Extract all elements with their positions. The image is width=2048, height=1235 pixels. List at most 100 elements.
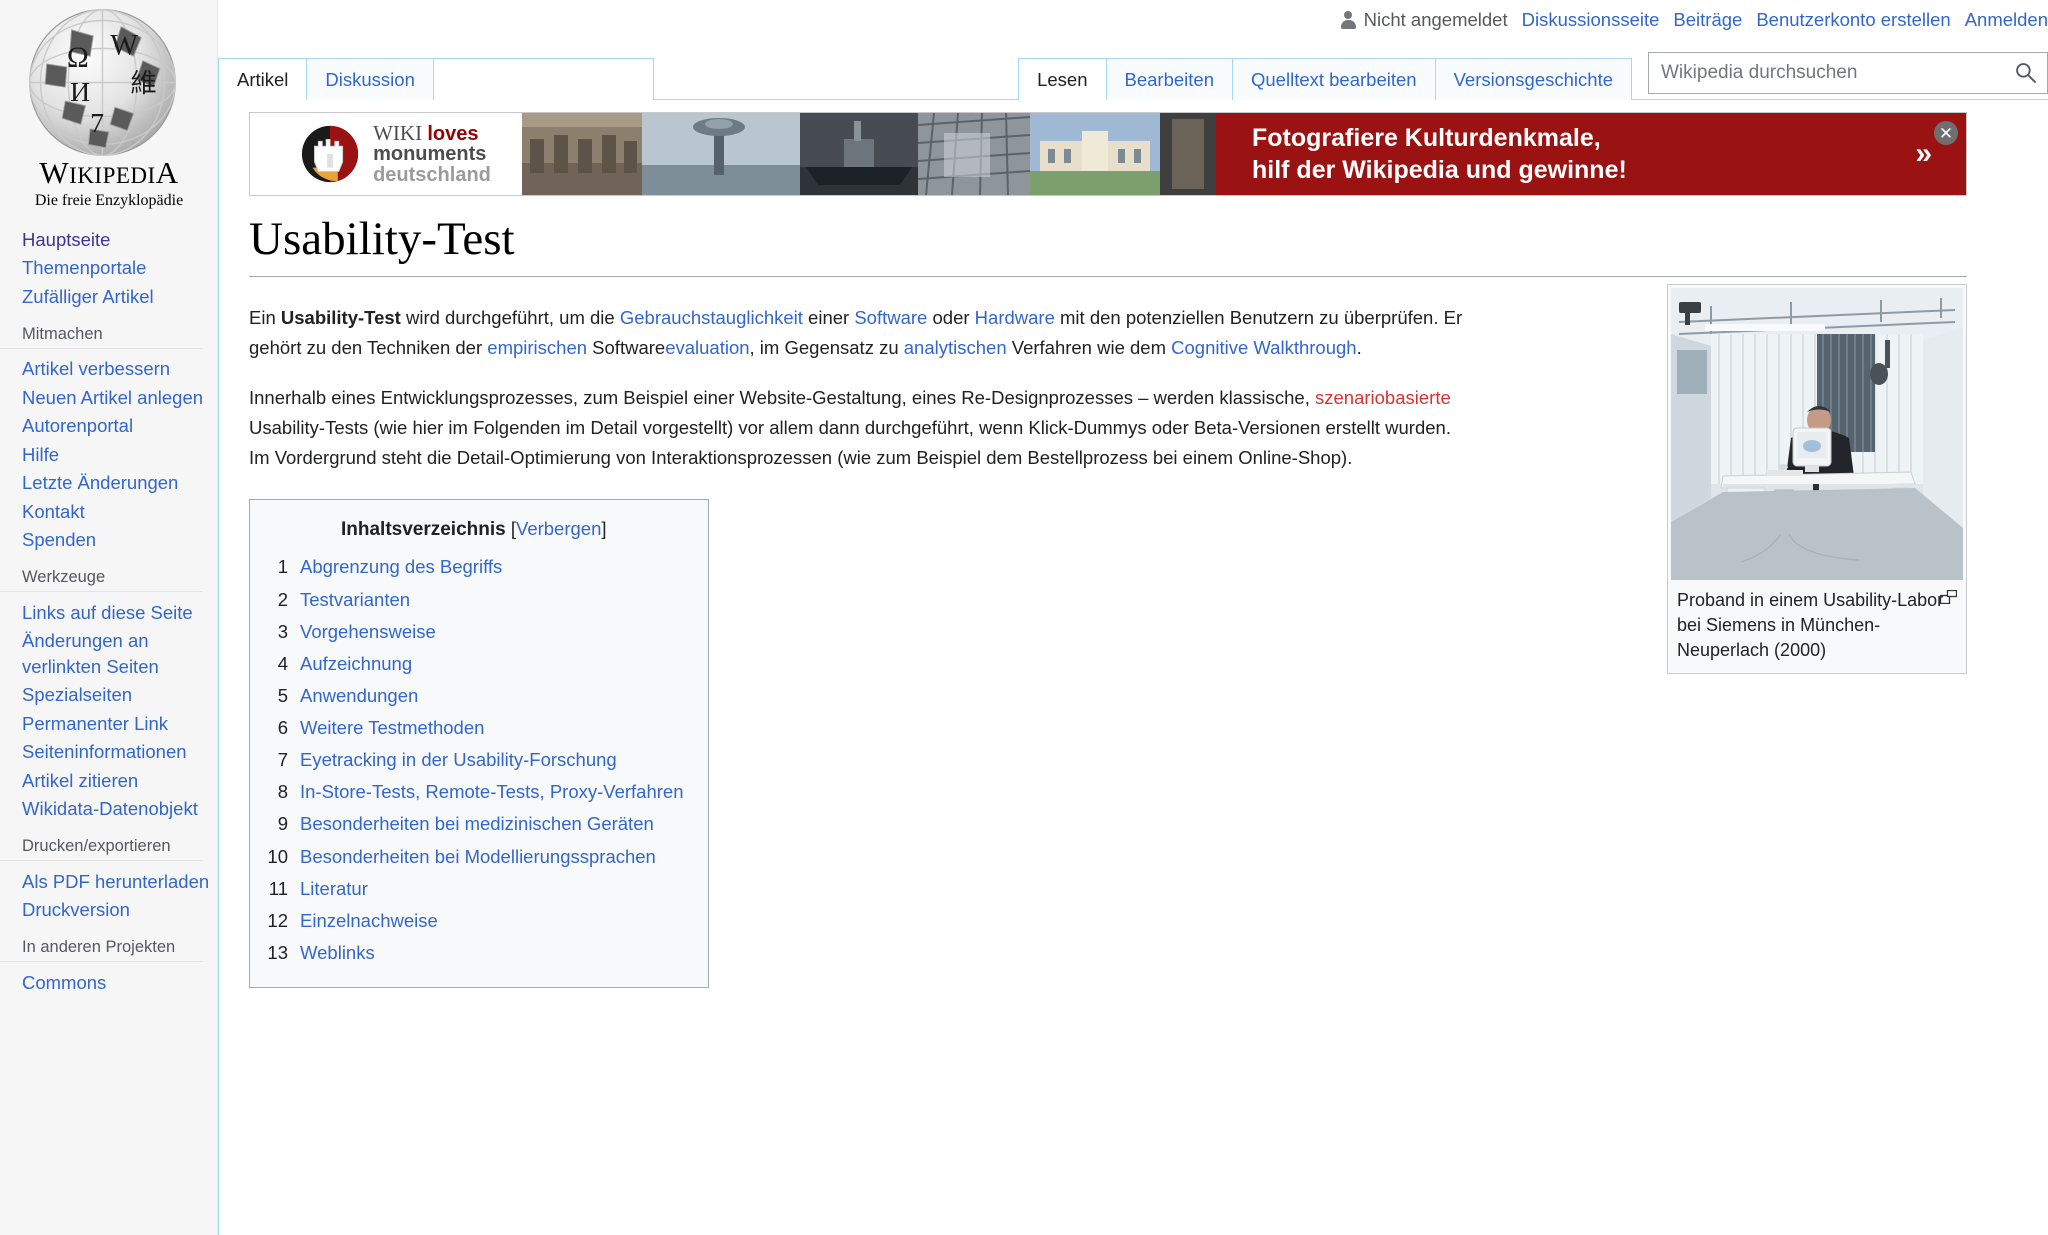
toc-entry-link[interactable]: Besonderheiten bei medizinischen Geräten [300, 812, 654, 835]
sidebar-item-letzte-änderungen[interactable]: Letzte Änderungen [22, 472, 178, 493]
sidebar-portal-list: Artikel verbessern Neuen Artikel anlegen A… [0, 355, 217, 555]
article-link[interactable]: Software [854, 307, 927, 328]
sidebar-item-artikel-verbessern[interactable]: Artikel verbessern [22, 358, 170, 379]
toc-entry[interactable]: 13Weblinks [264, 936, 684, 968]
sidebar-item-artikel-zitieren[interactable]: Artikel zitieren [22, 770, 138, 791]
wikipedia-logo-block[interactable]: Ω W 維 И 7 WIKIPEDIA Die freie Enzyklopäd… [0, 0, 218, 225]
tab-quelltext-bearbeiten[interactable]: Quelltext bearbeiten [1233, 58, 1436, 101]
sidebar-list-item: Zufälliger Artikel [0, 282, 217, 311]
sidebar-navigation: Hauptseite Themenportale Zufälliger Artike… [0, 225, 217, 997]
sidebar-list-item: Artikel verbessern [0, 355, 217, 384]
sidebar-list-item: Hauptseite [0, 225, 217, 254]
wlm-line3: deutschland [373, 165, 491, 185]
sidebar-item-themenportale[interactable]: Themenportale [22, 257, 146, 278]
sidebar-item-zufälliger-artikel[interactable]: Zufälliger Artikel [22, 286, 154, 307]
toc-entry[interactable]: 3 Vorgehensweise [264, 615, 684, 647]
toc-entry-link[interactable]: Vorgehensweise [300, 620, 436, 643]
personal-link-contributions[interactable]: Beiträge [1673, 9, 1742, 31]
sidebar-item-links-auf-diese-seite[interactable]: Links auf diese Seite [22, 602, 193, 623]
sidebar-item-druckversion[interactable]: Druckversion [22, 899, 130, 920]
personal-link-login[interactable]: Anmelden [1965, 9, 2048, 31]
toc-entry[interactable]: 10Besonderheiten bei Modellierungssprach… [264, 840, 684, 872]
article-link[interactable]: analytischen [904, 337, 1007, 358]
wordmark-a: A [156, 155, 179, 190]
toc-entry-number: 11 [264, 877, 288, 900]
toc-entry-link[interactable]: Eyetracking in der Usability-Forschung [300, 748, 617, 771]
toc-entry[interactable]: 1Abgrenzung des Begriffs [264, 551, 684, 583]
toc-entry-link[interactable]: Literatur [300, 877, 368, 900]
article-paragraphs: Ein Usability-Test wird durchgeführt, um… [249, 303, 1464, 473]
toc-entry-number: 3 [264, 620, 288, 643]
sidebar-list-item: Permanenter Link [0, 709, 217, 738]
tab-diskussion[interactable]: Diskussion [307, 58, 433, 101]
article-thumbnail-figure: Proband in einem Usability-Labor bei Sie… [1667, 284, 1967, 674]
sitenotice-banner[interactable]: WIKI loves monuments deutschland [249, 112, 1967, 196]
toc-entry-link[interactable]: Anwendungen [300, 684, 418, 707]
magnify-icon[interactable] [1940, 590, 1957, 604]
sidebar-list-item: Spenden [0, 526, 217, 555]
sidebar-item-als-pdf-herunterladen[interactable]: Als PDF herunterladen [22, 871, 209, 892]
article-link[interactable]: evaluation [665, 337, 749, 358]
banner-photo-ship [800, 113, 918, 195]
tab-bearbeiten[interactable]: Bearbeiten [1107, 58, 1233, 101]
banner-next-arrow-icon[interactable]: » [1915, 135, 1932, 173]
sidebar-item-kontakt[interactable]: Kontakt [22, 501, 85, 522]
tab-artikel[interactable]: Artikel [218, 58, 307, 101]
toc-entry-link[interactable]: Weitere Testmethoden [300, 716, 484, 739]
toc-entry-number: 4 [264, 652, 288, 675]
sidebar-item-seiteninformationen[interactable]: Seiteninformationen [22, 741, 187, 762]
sidebar-item-spezialseiten[interactable]: Spezialseiten [22, 684, 132, 705]
toc-entry-number: 5 [264, 684, 288, 707]
sidebar-item-wikidata-datenobjekt[interactable]: Wikidata-Datenobjekt [22, 798, 198, 819]
toc-entry[interactable]: 2Testvarianten [264, 583, 684, 615]
wlm-line2: monuments [373, 144, 491, 164]
toc-entry[interactable]: 8In-Store-Tests, Remote-Tests, Proxy-Ver… [264, 776, 684, 808]
toc-entry[interactable]: 9Besonderheiten bei medizinischen Geräte… [264, 808, 684, 840]
tab-versionsgeschichte[interactable]: Versionsgeschichte [1436, 58, 1632, 101]
toc-entry[interactable]: 7Eyetracking in der Usability-Forschung [264, 744, 684, 776]
article-link[interactable]: Gebrauchstauglichkeit [620, 307, 803, 328]
sidebar-list-item: Kontakt [0, 497, 217, 526]
wlm-castle-icon [299, 123, 361, 185]
sidebar-item-autorenportal[interactable]: Autorenportal [22, 415, 133, 436]
sidebar-list-item: Spezialseiten [0, 681, 217, 710]
toc-entry-link[interactable]: Besonderheiten bei Modellierungssprachen [300, 845, 656, 868]
sidebar-item-spenden[interactable]: Spenden [22, 529, 96, 550]
tab-lesen[interactable]: Lesen [1018, 58, 1106, 101]
sidebar-item-commons[interactable]: Commons [22, 972, 106, 993]
sidebar-list-item: Themenportale [0, 254, 217, 283]
toc-entry-link[interactable]: In-Store-Tests, Remote-Tests, Proxy-Verf… [300, 780, 684, 803]
sidebar-portal-heading: Mitmachen [0, 311, 203, 349]
toc-entry[interactable]: 6Weitere Testmethoden [264, 712, 684, 744]
usability-lab-photo[interactable] [1671, 288, 1963, 580]
sidebar-item-hilfe[interactable]: Hilfe [22, 444, 59, 465]
toc-entry-link[interactable]: Weblinks [300, 941, 375, 964]
article-link[interactable]: Cognitive Walkthrough [1171, 337, 1356, 358]
toc-toggle-link[interactable]: Verbergen [516, 518, 601, 539]
search-input[interactable] [1648, 52, 2048, 94]
banner-close-icon[interactable]: ✕ [1934, 121, 1958, 145]
article-body: Usability-Test [249, 212, 1967, 988]
toc-entry-link[interactable]: Testvarianten [300, 588, 410, 611]
toc-entry[interactable]: 11 Literatur [264, 872, 684, 904]
banner-message[interactable]: Fotografiere Kulturdenkmale, hilf der Wi… [1216, 113, 1966, 195]
personal-link-talk[interactable]: Diskussionsseite [1522, 9, 1660, 31]
sidebar-item-änderungen-an-verlinkten-seiten[interactable]: Änderungen an verlinkten Seiten [22, 630, 159, 677]
sidebar-item-hauptseite[interactable]: Hauptseite [22, 229, 110, 250]
article-link[interactable]: Hardware [975, 307, 1055, 328]
sidebar-portal: Hauptseite Themenportale Zufälliger Artike… [0, 225, 217, 311]
sidebar-list-item: Druckversion [0, 896, 217, 925]
article-text-run: Software [587, 337, 665, 358]
article-bold-term: Usability-Test [281, 307, 401, 328]
sidebar-item-permanenter-link[interactable]: Permanenter Link [22, 713, 168, 734]
toc-entry[interactable]: 5 Anwendungen [264, 679, 684, 711]
toc-entry-link[interactable]: Abgrenzung des Begriffs [300, 555, 502, 578]
sidebar-item-neuen-artikel-anlegen[interactable]: Neuen Artikel anlegen [22, 387, 203, 408]
toc-entry[interactable]: 4 Aufzeichnung [264, 647, 684, 679]
toc-entry[interactable]: 12Einzelnachweise [264, 904, 684, 936]
article-red-link[interactable]: szenariobasierte [1315, 387, 1451, 408]
toc-entry-link[interactable]: Aufzeichnung [300, 652, 412, 675]
article-link[interactable]: empirischen [487, 337, 587, 358]
personal-link-create-account[interactable]: Benutzerkonto erstellen [1756, 9, 1950, 31]
toc-entry-link[interactable]: Einzelnachweise [300, 909, 438, 932]
